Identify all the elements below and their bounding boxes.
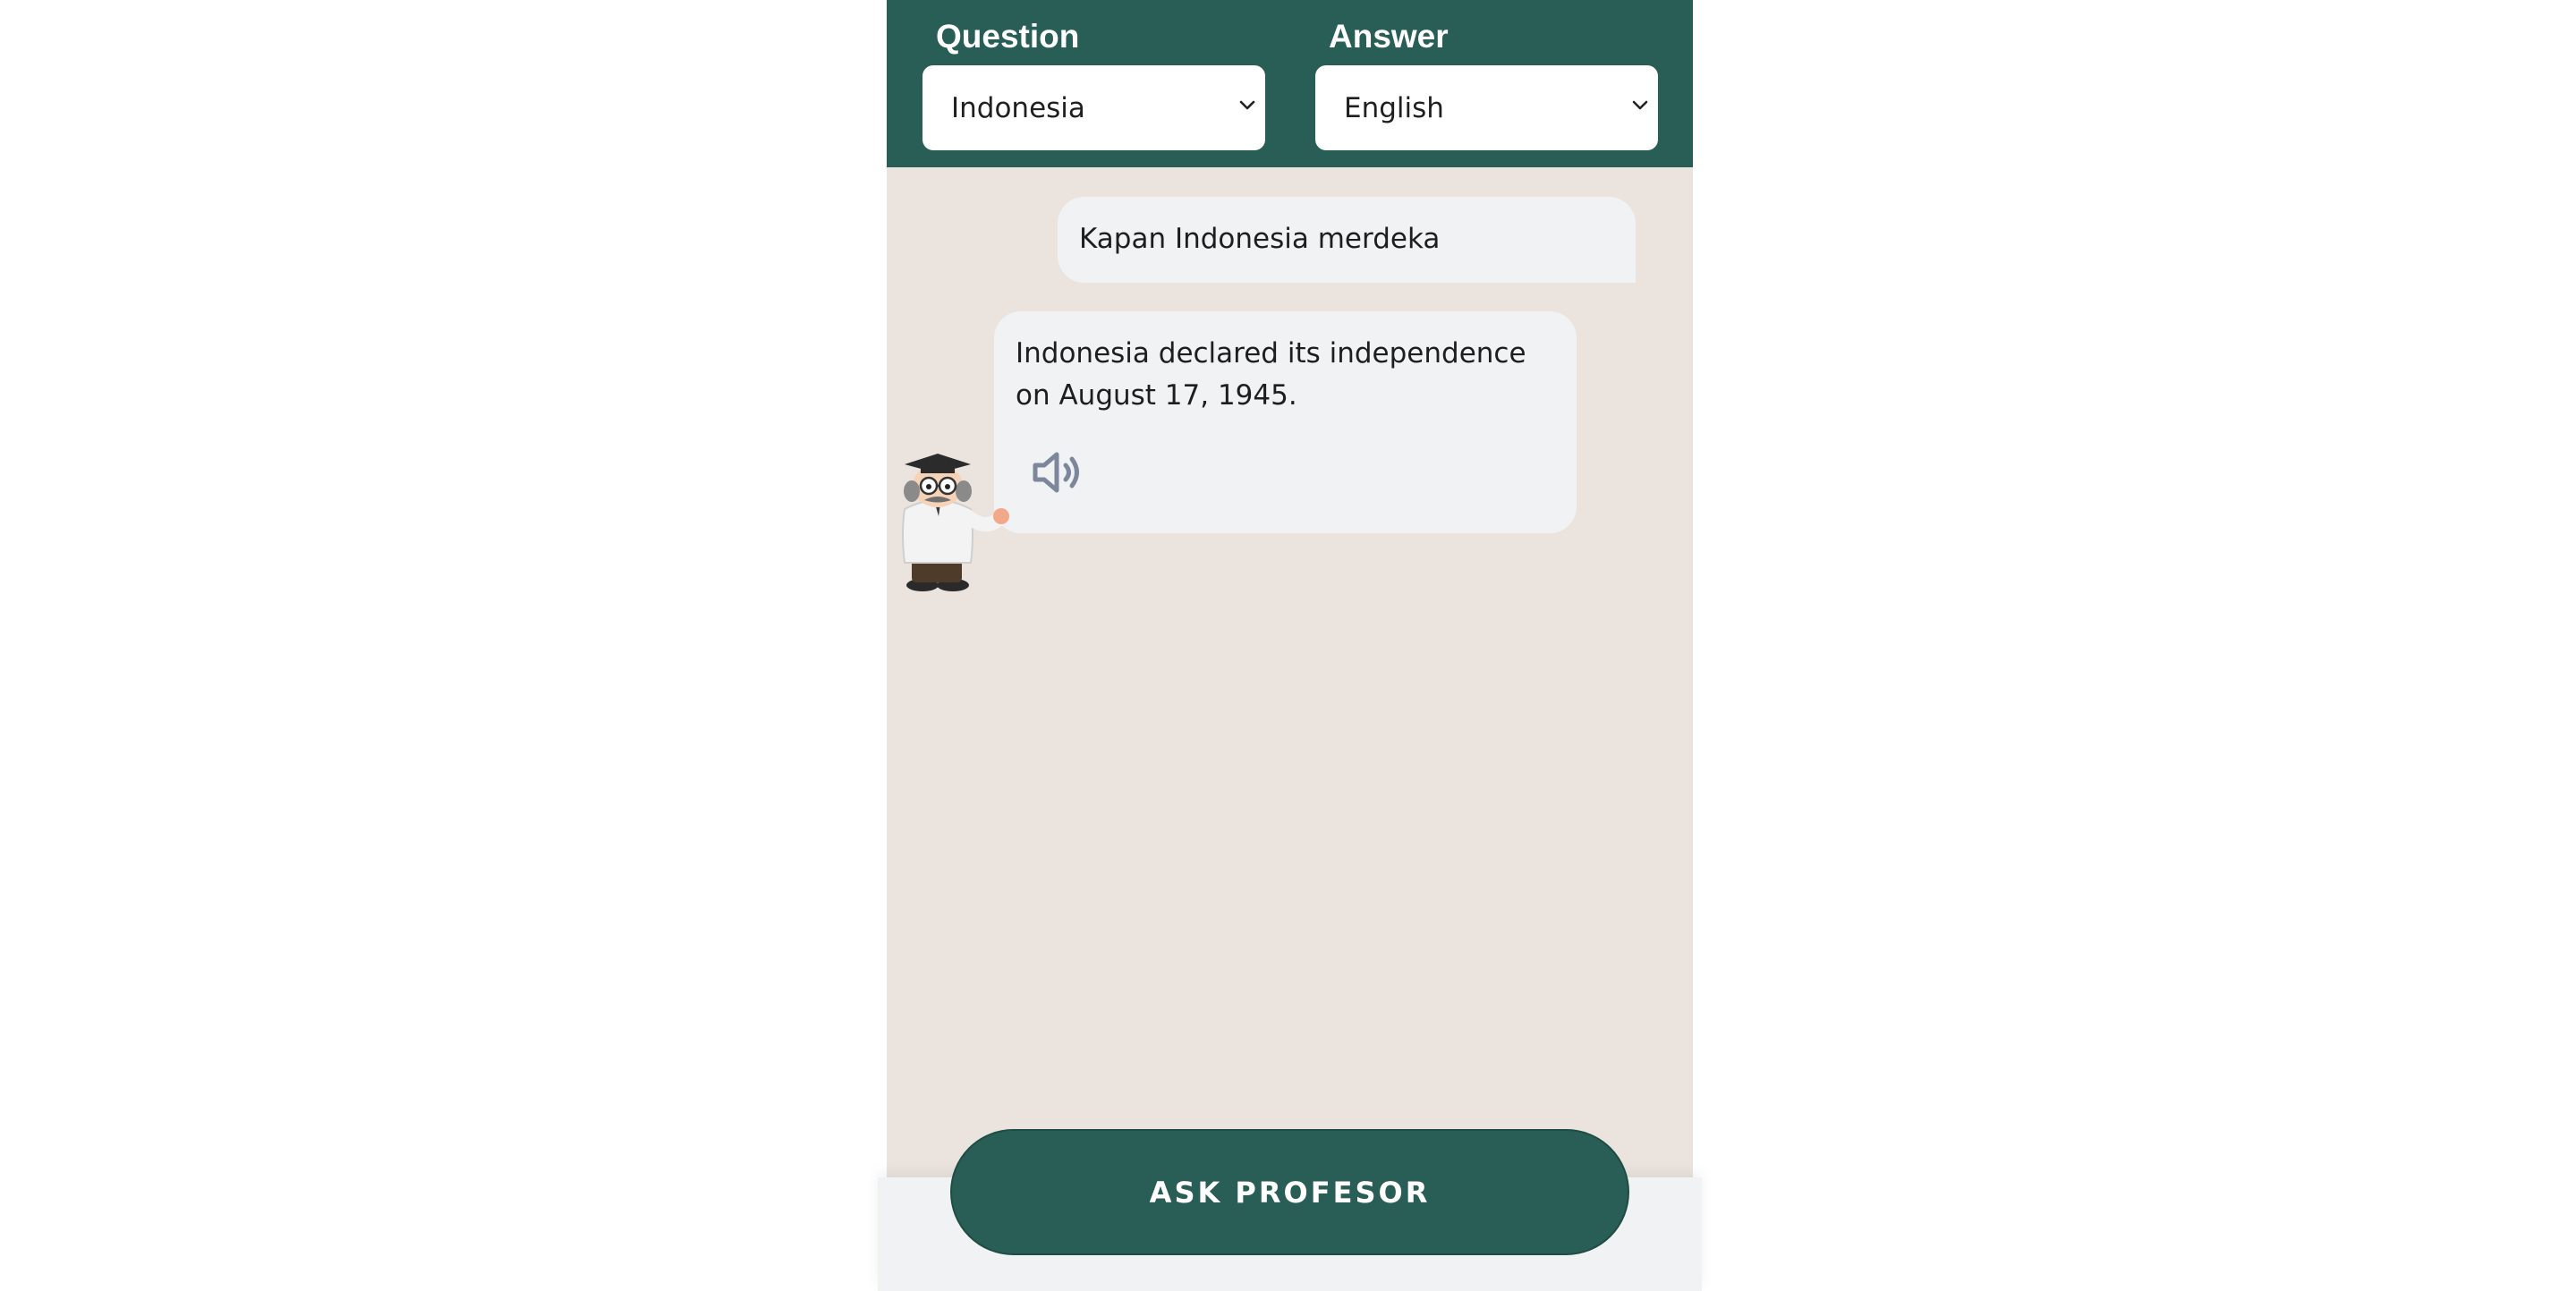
professor-avatar [902, 454, 1009, 591]
question-label: Question [936, 18, 1080, 55]
assistant-message-text: Indonesia declared its independence on A… [1016, 337, 1526, 412]
question-language-value: Indonesia [951, 91, 1085, 124]
user-message-bubble: Kapan Indonesia merdeka [1058, 197, 1636, 283]
speaker-icon[interactable] [1030, 447, 1085, 497]
user-message-text: Kapan Indonesia merdeka [1079, 223, 1441, 255]
answer-language-value: English [1344, 91, 1444, 124]
app-container: Question Answer Indonesia English Kapan … [878, 0, 1702, 1291]
ask-professor-button[interactable]: ASK PROFESOR [950, 1129, 1629, 1255]
answer-language-select[interactable]: English [1315, 65, 1658, 150]
chevron-down-icon [1632, 100, 1648, 110]
chevron-down-icon [1239, 100, 1255, 110]
language-header: Question Answer Indonesia English [887, 0, 1693, 167]
question-language-select[interactable]: Indonesia [922, 65, 1265, 150]
answer-label: Answer [1329, 18, 1449, 55]
assistant-message-bubble: Indonesia declared its independence on A… [994, 311, 1577, 533]
